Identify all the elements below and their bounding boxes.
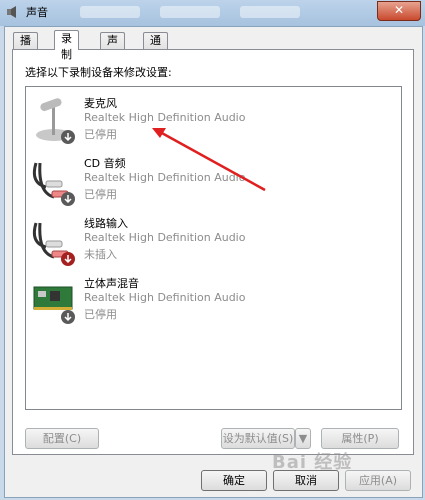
background-blur xyxy=(160,6,220,18)
device-status: 已停用 xyxy=(84,128,117,141)
microphone-icon xyxy=(36,98,75,144)
device-name: 线路输入 xyxy=(84,217,128,230)
list-item[interactable]: 线路输入 Realtek High Definition Audio 未插入 xyxy=(26,213,396,271)
line-in-cable-icon xyxy=(32,222,75,266)
background-blur xyxy=(80,6,140,18)
chevron-down-icon: ▼ xyxy=(298,432,308,445)
device-description: Realtek High Definition Audio xyxy=(84,231,246,244)
device-name: 立体声混音 xyxy=(84,277,139,290)
window-title: 声音 xyxy=(26,6,48,19)
device-name: CD 音频 xyxy=(84,157,126,170)
background-blur xyxy=(240,6,300,18)
tab-recording[interactable]: 录制 xyxy=(54,30,79,61)
ok-button[interactable]: 确定 xyxy=(201,470,267,491)
device-status: 未插入 xyxy=(84,248,117,261)
list-item[interactable]: CD 音频 Realtek High Definition Audio 已停用 xyxy=(26,153,396,211)
window-titlebar: 声音 ✕ xyxy=(0,0,425,26)
sound-card-icon xyxy=(33,286,75,324)
properties-button[interactable]: 属性(P) xyxy=(321,428,399,449)
recording-panel: 选择以下录制设备来修改设置: 麦克风 Realtek High Definiti… xyxy=(12,49,414,455)
device-status: 已停用 xyxy=(84,188,117,201)
cd-audio-cable-icon xyxy=(32,162,75,206)
device-name: 麦克风 xyxy=(84,97,117,110)
list-item[interactable]: 立体声混音 Realtek High Definition Audio 已停用 xyxy=(26,273,396,331)
list-item[interactable]: 麦克风 Realtek High Definition Audio 已停用 xyxy=(26,93,396,151)
close-button[interactable]: ✕ xyxy=(377,1,421,21)
tab-sounds[interactable]: 声音 xyxy=(100,32,125,63)
configure-button[interactable]: 配置(C) xyxy=(25,428,99,449)
device-list[interactable]: 麦克风 Realtek High Definition Audio 已停用 CD… xyxy=(25,86,402,410)
device-description: Realtek High Definition Audio xyxy=(84,291,246,304)
set-default-button[interactable]: 设为默认值(S) xyxy=(221,428,295,449)
instruction-text: 选择以下录制设备来修改设置: xyxy=(25,66,172,79)
tab-playback[interactable]: 播放 xyxy=(13,32,38,63)
apply-button[interactable]: 应用(A) xyxy=(345,470,411,491)
set-default-dropdown-button[interactable]: ▼ xyxy=(295,428,311,449)
watermark-text: Bai 经验 xyxy=(272,452,353,473)
dialog-body: 播放 录制 声音 通信 选择以下录制设备来修改设置: 麦克风 Realtek H… xyxy=(4,26,423,498)
tab-communications[interactable]: 通信 xyxy=(143,32,168,63)
device-description: Realtek High Definition Audio xyxy=(84,111,246,124)
speaker-icon xyxy=(7,6,16,18)
device-status: 已停用 xyxy=(84,308,117,321)
close-icon: ✕ xyxy=(393,3,405,17)
device-description: Realtek High Definition Audio xyxy=(84,171,246,184)
